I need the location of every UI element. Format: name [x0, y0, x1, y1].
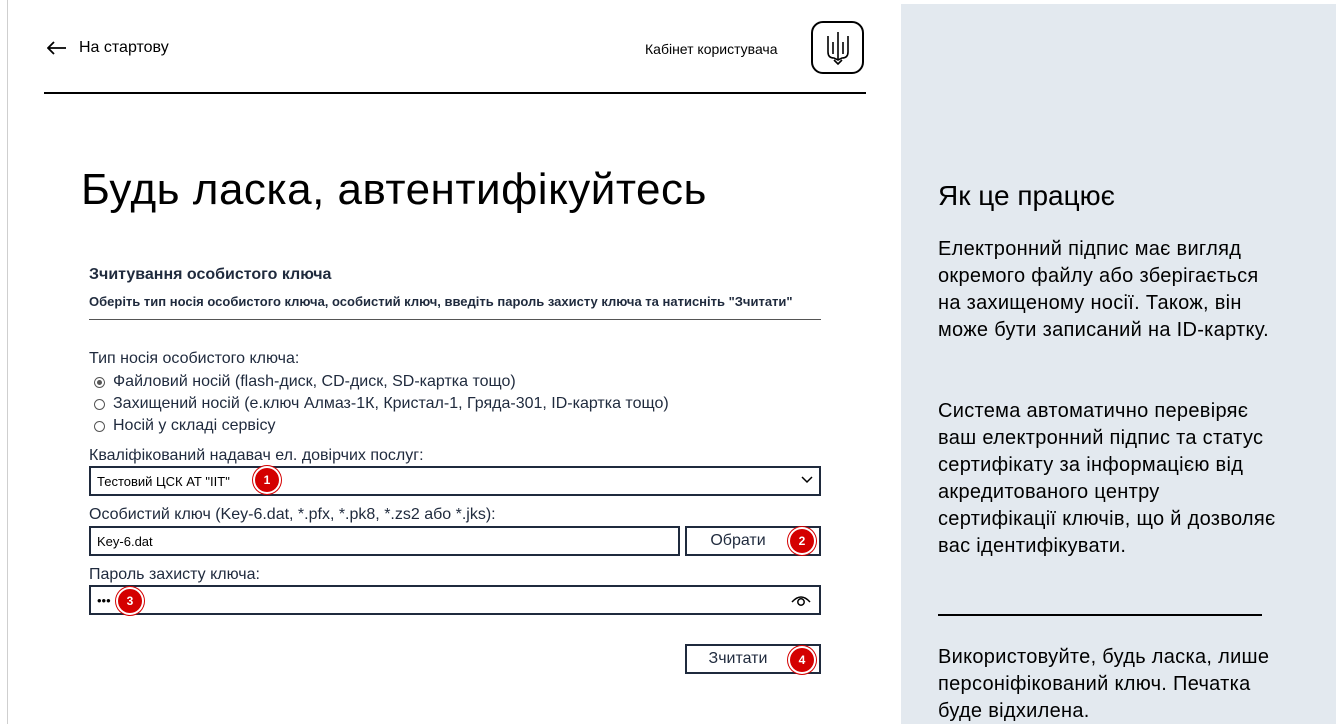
- side-paragraph-1: Електронний підпис має вигляд окремого ф…: [938, 238, 1269, 341]
- media-option-protected[interactable]: Захищений носій (е.ключ Алмаз-1К, Криста…: [89, 393, 669, 415]
- provider-select-value: Тестовий ЦСК АТ "ІІТ": [97, 473, 230, 489]
- provider-label: Кваліфікований надавач ел. довірчих посл…: [89, 447, 424, 464]
- key-label: Особистий ключ (Key-6.dat, *.pfx, *.pk8,…: [89, 506, 496, 523]
- how-it-works-panel: Як це працює Електронний підпис має вигл…: [901, 4, 1336, 724]
- radio-button[interactable]: [94, 376, 105, 388]
- form-divider: [89, 319, 821, 320]
- password-label: Пароль захисту ключа:: [89, 566, 260, 583]
- key-file-input[interactable]: Key-6.dat: [89, 526, 680, 556]
- side-divider: [938, 614, 1262, 616]
- step-badge-1: 1: [255, 468, 279, 492]
- key-file-value: Key-6.dat: [97, 533, 153, 549]
- media-option-service[interactable]: Носій у складі сервісу: [89, 415, 669, 437]
- side-title: Як це працює: [938, 180, 1115, 211]
- back-link-label: На стартову: [79, 39, 169, 56]
- form-title: Зчитування особистого ключа: [89, 266, 332, 283]
- header-divider: [44, 92, 866, 94]
- side-paragraph-3: Використовуйте, будь ласка, лише персоні…: [938, 646, 1270, 722]
- step-badge-2: 2: [790, 529, 814, 553]
- trident-icon[interactable]: [811, 21, 864, 74]
- media-type-label: Тип носія особистого ключа:: [89, 350, 300, 367]
- media-option-label: Файловий носій (flash-диск, CD-диск, SD-…: [113, 373, 516, 390]
- radio-button[interactable]: [94, 398, 105, 410]
- provider-select[interactable]: Тестовий ЦСК АТ "ІІТ": [89, 466, 821, 496]
- arrow-left-icon: [46, 37, 67, 59]
- key-read-form: Зчитування особистого ключа Оберіть тип …: [89, 266, 821, 686]
- step-badge-4: 4: [790, 648, 814, 672]
- password-value: •••: [97, 592, 111, 608]
- media-option-file[interactable]: Файловий носій (flash-диск, CD-диск, SD-…: [89, 371, 669, 393]
- eye-icon[interactable]: [791, 594, 811, 611]
- back-to-start-link[interactable]: На стартову: [46, 37, 169, 59]
- form-instruction: Оберіть тип носія особистого ключа, особ…: [89, 294, 793, 309]
- user-cabinet-link[interactable]: Кабінет користувача: [645, 41, 778, 57]
- page-left-border: [7, 0, 8, 724]
- media-option-label: Захищений носій (е.ключ Алмаз-1К, Криста…: [113, 395, 669, 412]
- radio-button[interactable]: [94, 420, 105, 432]
- chevron-down-icon: [801, 473, 813, 487]
- page-title: Будь ласка, автентифікуйтесь: [81, 165, 707, 214]
- media-option-label: Носій у складі сервісу: [113, 417, 276, 434]
- side-paragraph-2: Система автоматично перевіряє ваш електр…: [938, 400, 1276, 557]
- step-badge-3: 3: [118, 589, 142, 613]
- password-input[interactable]: •••: [89, 585, 821, 615]
